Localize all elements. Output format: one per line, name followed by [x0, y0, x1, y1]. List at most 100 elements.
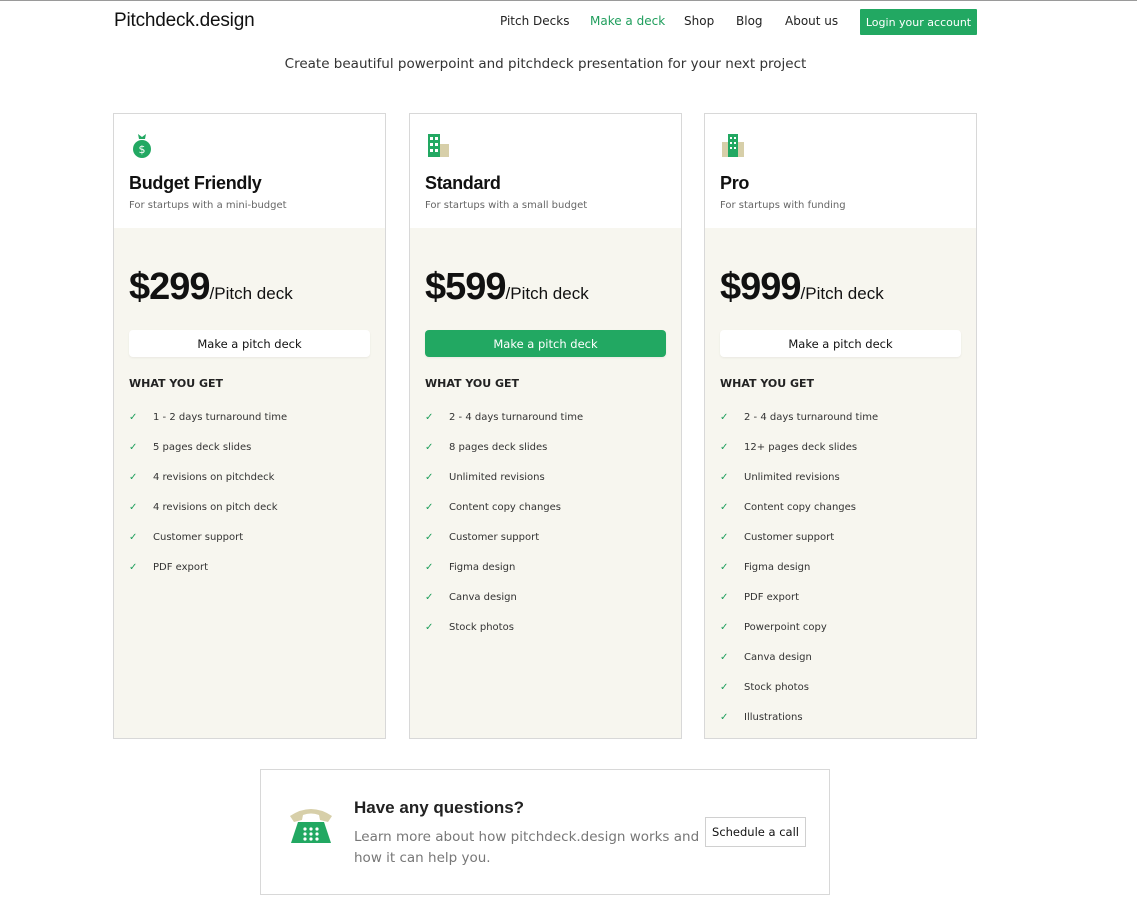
list-item: ✓ PDF export: [720, 582, 878, 612]
feature-label: Stock photos: [744, 681, 809, 693]
check-icon: ✓: [425, 441, 434, 453]
telephone-icon: [290, 809, 332, 843]
what-you-get-heading: WHAT YOU GET: [720, 377, 815, 390]
feature-list: ✓ 2 - 4 days turnaround time ✓ 12+ pages d…: [720, 402, 878, 732]
price-amount: $999: [720, 266, 802, 308]
feature-label: 12+ pages deck slides: [744, 441, 858, 453]
price-unit: /Pitch deck: [505, 284, 589, 303]
list-item: ✓ 1 - 2 days turnaround time: [129, 402, 287, 432]
check-icon: ✓: [425, 561, 434, 573]
list-item: ✓ 5 pages deck slides: [129, 432, 287, 462]
nav-pitch-decks[interactable]: Pitch Decks: [500, 14, 569, 28]
feature-label: Figma design: [449, 561, 516, 573]
list-item: ✓ Content copy changes: [720, 492, 878, 522]
feature-label: 4 revisions on pitch deck: [153, 501, 278, 513]
plan-card-header: $ Budget Friendly For startups with a mi…: [114, 114, 385, 228]
check-icon: ✓: [425, 621, 434, 633]
what-you-get-heading: WHAT YOU GET: [129, 377, 224, 390]
check-icon: ✓: [425, 591, 434, 603]
check-icon: ✓: [129, 561, 138, 573]
money-bag-icon: $: [133, 134, 151, 158]
nav-about-us[interactable]: About us: [785, 14, 838, 28]
plan-card-header: Pro For startups with funding: [705, 114, 976, 228]
page-subtitle: Create beautiful powerpoint and pitchdec…: [284, 56, 807, 72]
list-item: ✓ Content copy changes: [425, 492, 583, 522]
list-item: ✓ 2 - 4 days turnaround time: [425, 402, 583, 432]
list-item: ✓ Canva design: [720, 642, 878, 672]
feature-label: PDF export: [744, 591, 800, 603]
list-item: ✓ 2 - 4 days turnaround time: [720, 402, 878, 432]
list-item: ✓ Customer support: [129, 522, 287, 552]
plan-subtitle: For startups with a small budget: [425, 200, 588, 211]
questions-box: Have any questions? Learn more about how…: [260, 769, 830, 895]
list-item: ✓ Unlimited revisions: [720, 462, 878, 492]
check-icon: ✓: [129, 531, 138, 543]
feature-label: Figma design: [744, 561, 811, 573]
feature-label: PDF export: [153, 561, 209, 573]
nav-shop[interactable]: Shop: [684, 14, 714, 28]
check-icon: ✓: [720, 471, 729, 483]
list-item: ✓ Powerpoint copy: [720, 612, 878, 642]
feature-label: Unlimited revisions: [744, 471, 840, 483]
list-item: ✓ Customer support: [425, 522, 583, 552]
feature-label: Illustrations: [744, 711, 803, 723]
feature-label: 1 - 2 days turnaround time: [153, 411, 288, 423]
feature-label: 8 pages deck slides: [449, 441, 548, 453]
login-button[interactable]: Login your account: [860, 9, 977, 35]
list-item: ✓ 4 revisions on pitchdeck: [129, 462, 287, 492]
price-amount: $299: [129, 266, 211, 308]
check-icon: ✓: [425, 531, 434, 543]
feature-label: Customer support: [449, 531, 540, 543]
feature-list: ✓ 1 - 2 days turnaround time ✓ 5 pages dec…: [129, 402, 287, 582]
feature-label: 2 - 4 days turnaround time: [744, 411, 879, 423]
plan-card-pro: Pro For startups with funding $999/Pitch…: [704, 113, 977, 739]
nav-make-a-deck[interactable]: Make a deck: [590, 14, 665, 28]
check-icon: ✓: [720, 531, 729, 543]
list-item: ✓ Figma design: [720, 552, 878, 582]
list-item: ✓ 8 pages deck slides: [425, 432, 583, 462]
check-icon: ✓: [720, 591, 729, 603]
check-icon: ✓: [129, 501, 138, 513]
plan-title: Budget Friendly: [129, 173, 262, 193]
nav-blog[interactable]: Blog: [736, 14, 763, 28]
check-icon: ✓: [720, 411, 729, 423]
logo[interactable]: Pitchdeck.design: [114, 10, 255, 32]
feature-label: Canva design: [449, 591, 517, 603]
price-amount: $599: [425, 266, 507, 308]
feature-label: 2 - 4 days turnaround time: [449, 411, 584, 423]
schedule-call-button[interactable]: Schedule a call: [705, 817, 806, 847]
questions-text: Learn more about how pitchdeck.design wo…: [354, 829, 700, 866]
make-pitch-deck-button[interactable]: Make a pitch deck: [129, 330, 370, 357]
check-icon: ✓: [720, 711, 729, 723]
list-item: ✓ Stock photos: [425, 612, 583, 642]
feature-label: Customer support: [744, 531, 835, 543]
svg-text:$: $: [139, 143, 146, 156]
check-icon: ✓: [425, 471, 434, 483]
make-pitch-deck-button[interactable]: Make a pitch deck: [425, 330, 666, 357]
plan-price: $299/Pitch deck: [129, 266, 293, 309]
check-icon: ✓: [425, 501, 434, 513]
feature-label: Content copy changes: [449, 501, 562, 513]
plan-price: $999/Pitch deck: [720, 266, 884, 309]
feature-label: Stock photos: [449, 621, 514, 633]
header: Pitchdeck.design Pitch Decks Make a deck…: [0, 1, 1137, 45]
check-icon: ✓: [720, 621, 729, 633]
check-icon: ✓: [720, 651, 729, 663]
plan-card-header: Standard For startups with a small budge…: [410, 114, 681, 228]
list-item: ✓ Canva design: [425, 582, 583, 612]
feature-label: Unlimited revisions: [449, 471, 545, 483]
plan-card-standard: Standard For startups with a small budge…: [409, 113, 682, 739]
buildings-icon: [428, 134, 449, 157]
make-pitch-deck-button[interactable]: Make a pitch deck: [720, 330, 961, 357]
check-icon: ✓: [720, 561, 729, 573]
plan-subtitle: For startups with funding: [720, 200, 846, 211]
list-item: ✓ Stock photos: [720, 672, 878, 702]
list-item: ✓ Customer support: [720, 522, 878, 552]
price-unit: /Pitch deck: [209, 284, 293, 303]
plan-subtitle: For startups with a mini-budget: [129, 200, 287, 211]
office-tower-icon: [722, 134, 744, 157]
check-icon: ✓: [720, 441, 729, 453]
check-icon: ✓: [720, 501, 729, 513]
feature-label: Powerpoint copy: [744, 621, 827, 633]
what-you-get-heading: WHAT YOU GET: [425, 377, 520, 390]
